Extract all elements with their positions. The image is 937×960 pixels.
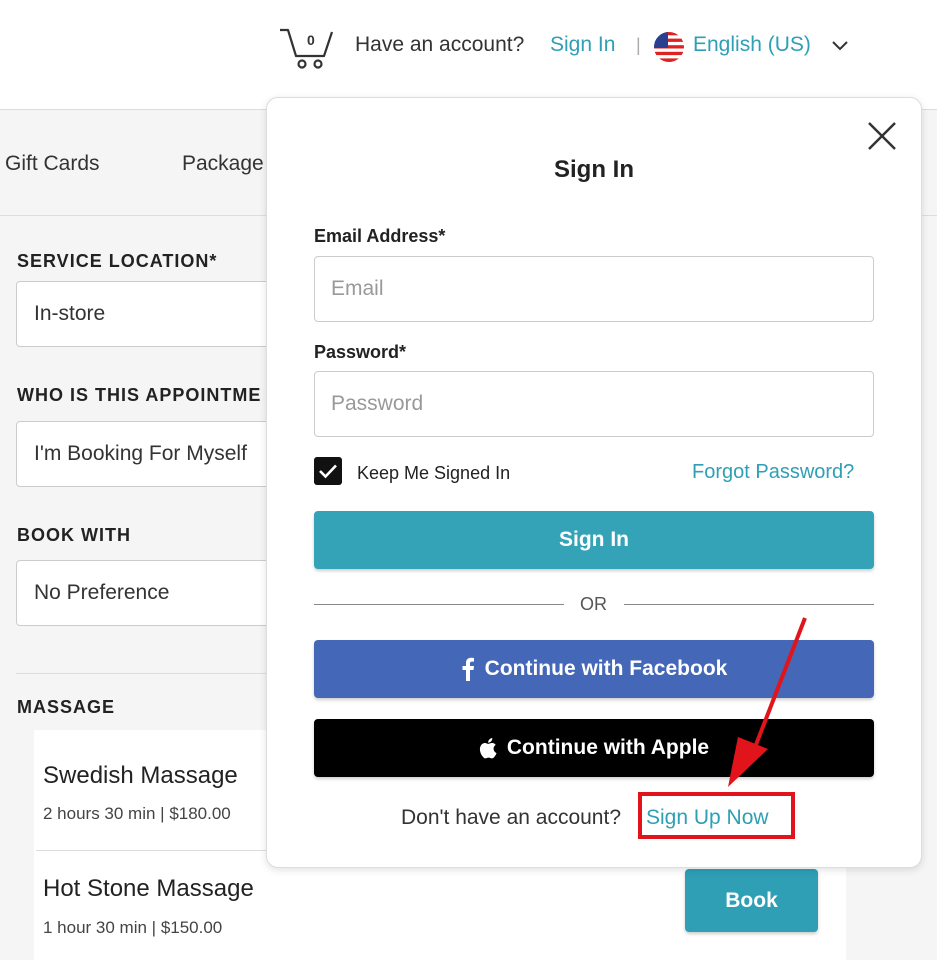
- facebook-button-label: Continue with Facebook: [484, 657, 728, 680]
- massage-label: MASSAGE: [17, 697, 116, 717]
- service-meta: 2 hours 30 min | $180.00: [43, 804, 231, 823]
- or-divider-right: [624, 604, 874, 605]
- email-label: Email Address*: [314, 226, 446, 246]
- book-button[interactable]: Book: [685, 869, 818, 932]
- service-location-value: In-store: [34, 302, 106, 325]
- cart-count: 0: [307, 32, 315, 48]
- nav-packages[interactable]: Package: [182, 152, 264, 176]
- modal-title: Sign In: [554, 156, 634, 183]
- facebook-icon: [462, 657, 474, 681]
- no-account-text: Don't have an account?: [401, 806, 621, 829]
- apple-icon: [479, 738, 497, 759]
- book-with-value: No Preference: [34, 581, 170, 604]
- who-label: WHO IS THIS APPOINTME: [17, 385, 262, 405]
- who-value: I'm Booking For Myself: [34, 442, 247, 465]
- service-name: Swedish Massage: [43, 762, 238, 789]
- service-name: Hot Stone Massage: [43, 875, 254, 902]
- email-field[interactable]: [314, 256, 874, 322]
- sign-in-button-label: Sign In: [559, 528, 629, 551]
- have-account-text: Have an account?: [355, 33, 525, 56]
- book-with-label: BOOK WITH: [17, 525, 131, 545]
- or-text: OR: [580, 594, 607, 614]
- keep-signed-in-checkbox[interactable]: [314, 457, 342, 485]
- password-label: Password*: [314, 342, 407, 362]
- annotation-arrow-icon: [728, 617, 807, 787]
- header-separator: |: [636, 35, 641, 55]
- sign-in-button[interactable]: Sign In: [314, 511, 874, 569]
- password-field[interactable]: [314, 371, 874, 437]
- apple-button-label: Continue with Apple: [506, 736, 710, 759]
- or-divider-left: [314, 604, 564, 605]
- service-location-label: SERVICE LOCATION*: [17, 251, 218, 271]
- chevron-down-icon[interactable]: [831, 40, 849, 52]
- close-icon[interactable]: [866, 120, 898, 152]
- top-header: 0 Have an account? Sign In | English (US…: [0, 0, 937, 110]
- keep-signed-in-label[interactable]: Keep Me Signed In: [357, 463, 510, 484]
- us-flag-icon: [654, 32, 684, 62]
- forgot-password-link[interactable]: Forgot Password?: [692, 461, 854, 484]
- highlight-box: [638, 792, 795, 839]
- checkmark-icon: [319, 464, 337, 479]
- language-selector[interactable]: English (US): [693, 33, 811, 57]
- nav-gift-cards[interactable]: Gift Cards: [5, 152, 100, 176]
- service-meta: 1 hour 30 min | $150.00: [43, 918, 223, 937]
- header-sign-in-link[interactable]: Sign In: [550, 33, 615, 57]
